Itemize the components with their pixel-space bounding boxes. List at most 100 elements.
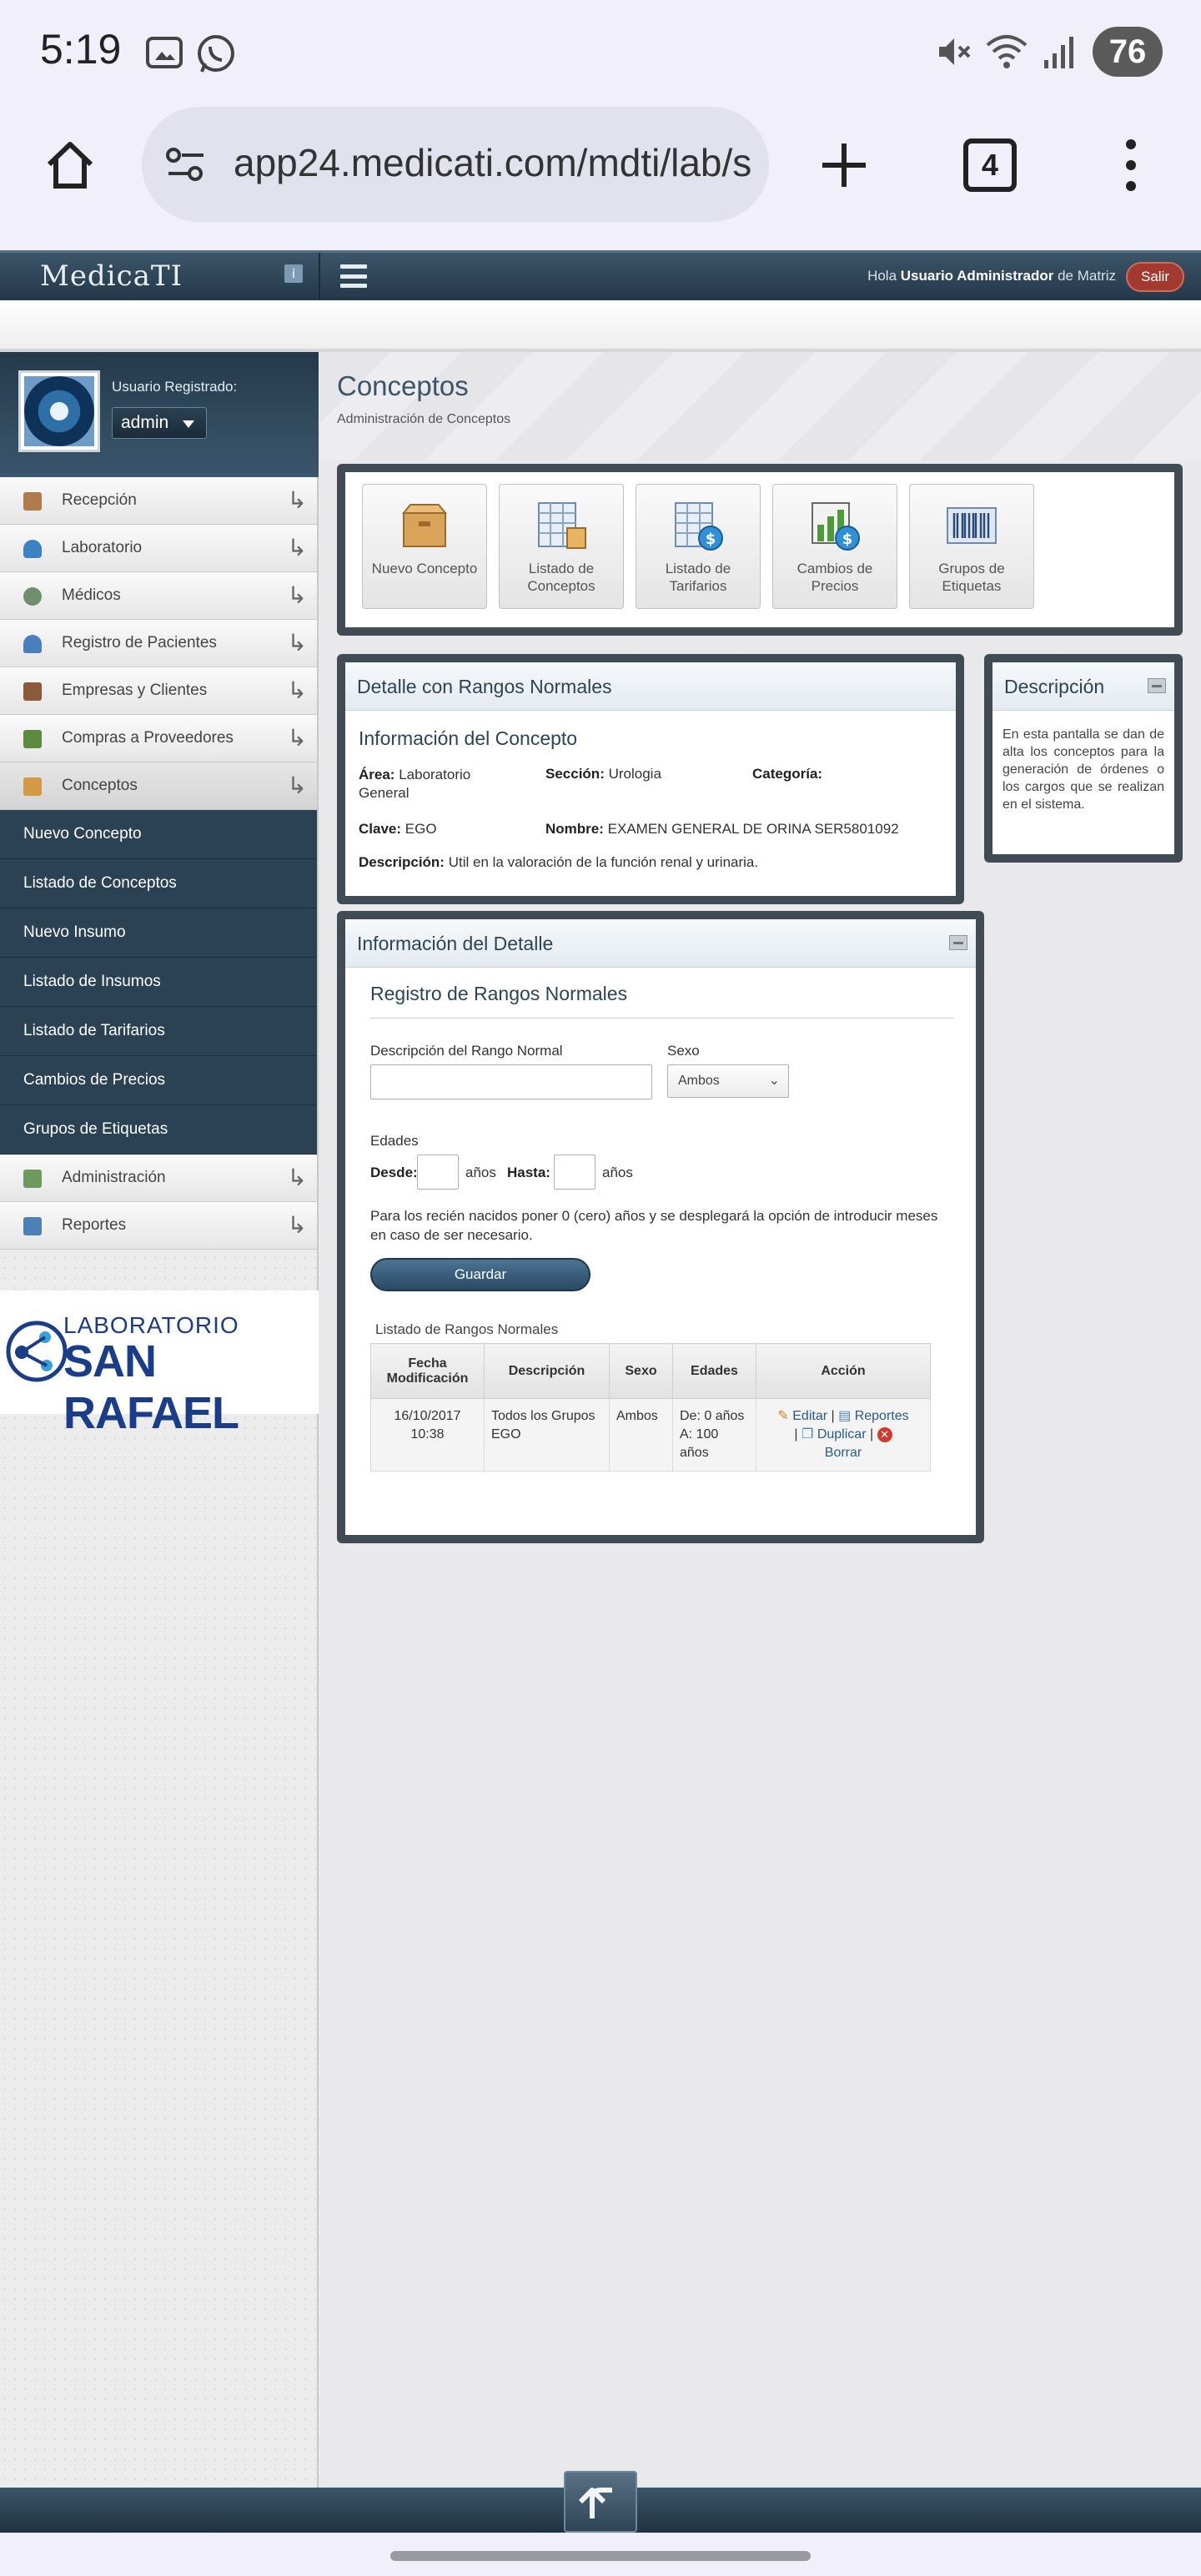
sidebar-item-label: Laboratorio — [62, 539, 143, 556]
patient-icon — [23, 635, 42, 653]
seccion-value: Urologia — [608, 766, 661, 782]
conceptos-submenu: Nuevo Concepto Listado de Conceptos Nuev… — [0, 810, 317, 1155]
arrow-right-icon: ↳ — [287, 725, 307, 751]
browser-menu-icon[interactable] — [1098, 132, 1164, 199]
hasta-label-wrap: Hasta: — [507, 1165, 550, 1181]
arrow-right-icon: ↳ — [287, 1212, 307, 1238]
nombre-value: EXAMEN GENERAL DE ORINA SER5801092 — [607, 821, 899, 837]
sexo-select-value: Ambos — [678, 1074, 720, 1088]
collapse-icon[interactable] — [949, 935, 967, 950]
ranges-table: Fecha Modificación Descripción Sexo Edad… — [370, 1343, 931, 1472]
area-field: Área: Laboratorio General — [359, 766, 509, 802]
sidebar-item-label: Reportes — [62, 1216, 127, 1234]
form-title: Registro de Rangos Normales — [370, 983, 628, 1004]
back-to-top-button[interactable] — [564, 2471, 637, 2533]
collapse-icon[interactable] — [1148, 678, 1166, 693]
range-description-input[interactable] — [370, 1064, 652, 1099]
shortcut-panel: Nuevo Concepto Listado de Conceptos $ Li… — [337, 464, 1183, 636]
sidebar-item-compras-proveedores[interactable]: Compras a Proveedores ↳ — [0, 715, 317, 762]
action-separator: | — [794, 1427, 798, 1441]
sidebar-item-administracion[interactable]: Administración ↳ — [0, 1155, 317, 1202]
submenu-grupos-etiquetas[interactable]: Grupos de Etiquetas — [0, 1105, 317, 1155]
delete-link[interactable]: Borrar — [825, 1446, 862, 1460]
sidebar-item-medicos[interactable]: Médicos ↳ — [0, 572, 317, 620]
delete-icon: ✕ — [877, 1427, 892, 1442]
sidebar-item-conceptos[interactable]: Conceptos ↳ — [0, 762, 317, 810]
arrow-right-icon: ↳ — [287, 535, 307, 561]
tab-switcher-button[interactable]: 4 — [956, 135, 1024, 195]
page-title: Conceptos — [337, 370, 469, 401]
submenu-listado-insumos[interactable]: Listado de Insumos — [0, 958, 317, 1007]
mute-icon — [934, 32, 974, 75]
save-button[interactable]: Guardar — [370, 1258, 590, 1291]
hasta-input[interactable] — [554, 1155, 595, 1190]
clave-label: Clave: — [359, 821, 402, 837]
home-icon[interactable] — [37, 132, 103, 199]
tile-listado-conceptos[interactable]: Listado de Conceptos — [499, 484, 624, 609]
sidebar-item-laboratorio[interactable]: Laboratorio ↳ — [0, 525, 317, 572]
tile-nuevo-concepto[interactable]: Nuevo Concepto — [362, 484, 487, 609]
greeting-suffix: de Matriz — [1058, 268, 1116, 284]
sidebar-item-empresas-clientes[interactable]: Empresas y Clientes ↳ — [0, 667, 317, 715]
description-panel-header: Descripción — [992, 662, 1174, 711]
site-settings-icon[interactable] — [162, 140, 212, 194]
wifi-icon — [984, 32, 1029, 75]
description-text: En esta pantalla se dan de alta los conc… — [1003, 727, 1164, 812]
submenu-cambios-precios[interactable]: Cambios de Precios — [0, 1056, 317, 1105]
submenu-nuevo-concepto[interactable]: Nuevo Concepto — [0, 810, 317, 859]
desde-label-wrap: Desde: — [370, 1165, 418, 1181]
submenu-nuevo-insumo[interactable]: Nuevo Insumo — [0, 908, 317, 958]
description-panel-title: Descripción — [1004, 676, 1105, 697]
android-nav-bar — [0, 2533, 1201, 2576]
user-dropdown[interactable]: admin — [112, 407, 207, 439]
submenu-listado-tarifarios[interactable]: Listado de Tarifarios — [0, 1007, 317, 1056]
gesture-handle[interactable] — [390, 2551, 811, 2561]
nombre-field: Nombre: EXAMEN GENERAL DE ORINA SER58010… — [545, 821, 899, 838]
app-logo[interactable]: MedicaTI — [40, 259, 183, 293]
url-bar[interactable]: app24.medicati.com/mdti/lab/s — [142, 107, 769, 222]
detail-info-panel: Información del Detalle Registro de Rang… — [337, 911, 984, 1543]
tariff-icon: $ — [671, 498, 726, 553]
tile-label: Listado de Conceptos — [527, 561, 595, 594]
seccion-label: Sección: — [545, 766, 605, 782]
sexo-select[interactable]: Ambos ⌄ — [667, 1064, 789, 1098]
tile-cambios-precios[interactable]: $ Cambios de Precios — [772, 484, 897, 609]
tile-label: Listado de Tarifarios — [665, 561, 731, 594]
seccion-field: Sección: Urologia — [545, 766, 661, 782]
desde-input[interactable] — [417, 1155, 459, 1190]
box-icon — [397, 498, 452, 553]
desde-unit: años — [465, 1165, 496, 1180]
cart-icon — [23, 730, 42, 748]
sidebar-item-recepcion[interactable]: Recepción ↳ — [0, 477, 317, 525]
edades-label: Edades — [370, 1133, 419, 1149]
greeting: Hola Usuario Administrador de Matriz — [867, 268, 1116, 284]
arrow-right-icon: ↳ — [287, 582, 307, 608]
report-icon: ▤ — [838, 1409, 852, 1423]
greeting-prefix: Hola — [867, 268, 897, 284]
hasta-unit: años — [602, 1165, 633, 1180]
url-text: app24.medicati.com/mdti/lab/s — [234, 141, 752, 184]
new-tab-icon[interactable] — [811, 132, 877, 199]
info-icon[interactable]: i — [284, 264, 303, 283]
action-separator: | — [831, 1409, 835, 1423]
sidebar-item-registro-pacientes[interactable]: Registro de Pacientes ↳ — [0, 620, 317, 667]
reports-link[interactable]: Reportes — [855, 1409, 909, 1423]
sidebar-item-reportes[interactable]: Reportes ↳ — [0, 1202, 317, 1250]
cell-sexo: Ambos — [609, 1398, 673, 1472]
lab-logo: LABORATORIO SAN RAFAEL — [0, 1291, 319, 1438]
tile-listado-tarifarios[interactable]: $ Listado de Tarifarios — [636, 484, 761, 609]
col-edades: Edades — [672, 1343, 756, 1399]
status-bar: 5:19 76 — [0, 0, 1201, 98]
submenu-listado-conceptos[interactable]: Listado de Conceptos — [0, 859, 317, 908]
cell-fecha: 16/10/2017 10:38 — [370, 1398, 485, 1472]
edit-link[interactable]: Editar — [792, 1409, 827, 1423]
descripcion-value: Util en la valoración de la función rena… — [448, 854, 759, 870]
duplicate-link[interactable]: Duplicar — [817, 1427, 867, 1441]
sidebar: Usuario Registrado: admin Recepción ↳ La… — [0, 352, 319, 2488]
tile-grupos-etiquetas[interactable]: Grupos de Etiquetas — [909, 484, 1034, 609]
arrow-up-icon — [578, 2488, 612, 2518]
whatsapp-icon — [193, 32, 239, 80]
user-label: Usuario Registrado: — [112, 379, 238, 395]
hamburger-menu-icon[interactable] — [340, 264, 367, 288]
logout-button[interactable]: Salir — [1126, 262, 1184, 292]
